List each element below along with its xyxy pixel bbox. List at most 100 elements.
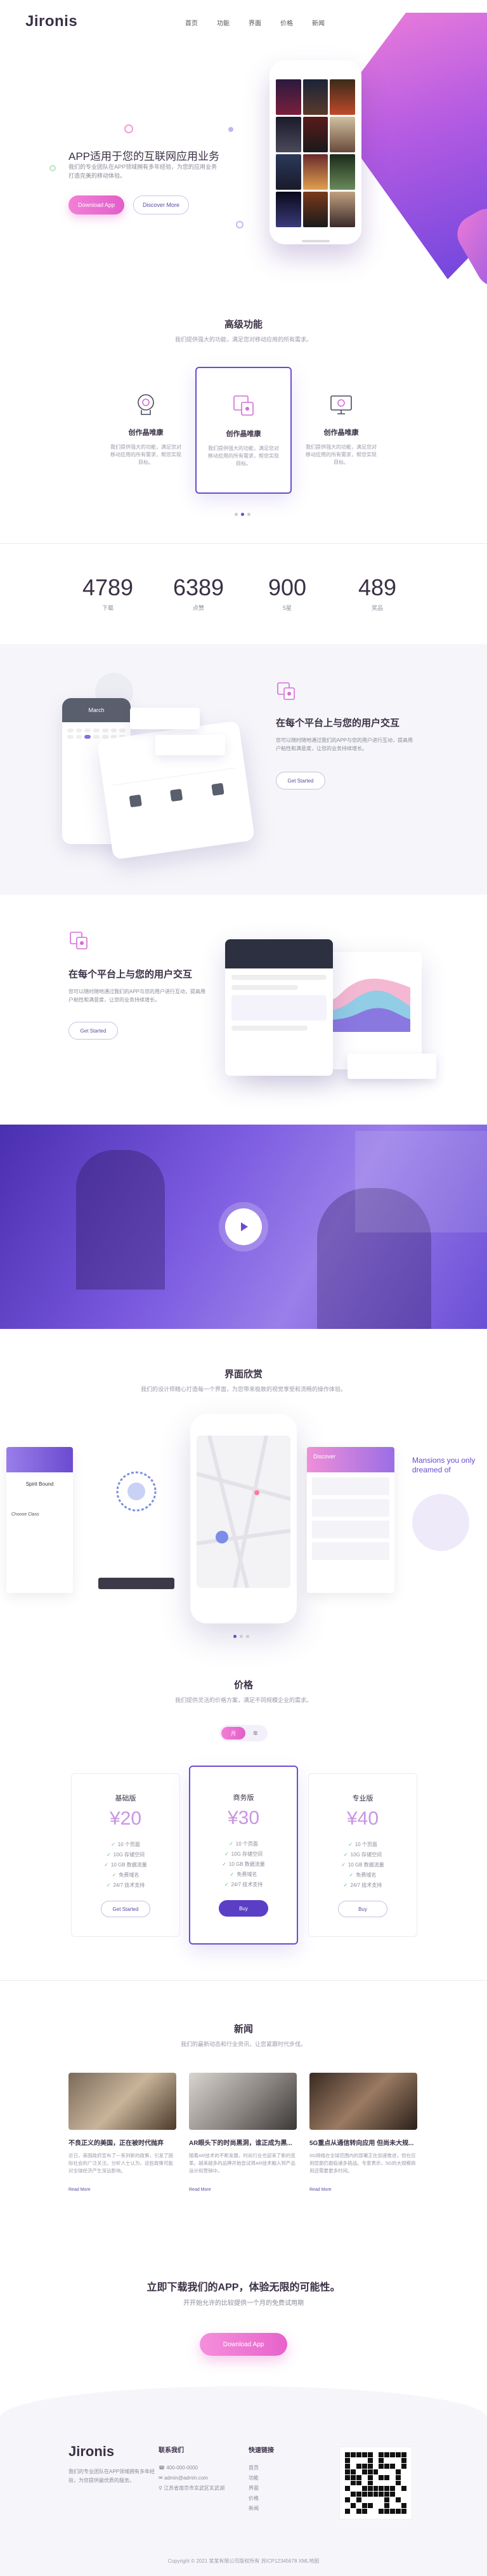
check-icon: ✓ (111, 1842, 115, 1847)
qr-code-pattern (345, 2452, 406, 2514)
plan-buy-button[interactable]: Buy (338, 1901, 387, 1917)
toggle-monthly[interactable]: 月 (221, 1727, 245, 1740)
carousel-dot[interactable] (235, 513, 238, 516)
footer-link-home[interactable]: 首页 (249, 2463, 274, 2473)
plan-price: ¥40 (346, 1808, 379, 1829)
carousel-dot[interactable] (246, 1635, 249, 1638)
footer-link-features[interactable]: 功能 (249, 2473, 274, 2483)
plan-feature: ✓ 免费域名 (230, 1872, 257, 1877)
news-card[interactable]: 5G重点从通信转向应用 但尚未大规... 5G网络在全球范围内的部署正在加速推进… (309, 2073, 417, 2192)
nav-news[interactable]: 新闻 (312, 18, 325, 27)
toggle-yearly[interactable]: 年 (245, 1730, 266, 1737)
news-card-title[interactable]: 5G重点从通信转向应用 但尚未大规... (309, 2137, 417, 2147)
interaction-title: 在每个平台上与您的用户交互 (68, 969, 193, 980)
stat-label: 奖品 (371, 605, 383, 611)
news-card[interactable]: AR眼头下的时尚黑洞，谁正成为黑... 随着AR技术的不断发展，时尚行业也迎来了… (189, 2073, 297, 2192)
news-image (309, 2073, 417, 2130)
plan-feature: ✓ 10 个页面 (229, 1841, 258, 1847)
read-more-link[interactable]: Read More (309, 2188, 417, 2192)
devices-icon (277, 682, 295, 700)
nav-pricing[interactable]: 价格 (280, 18, 293, 27)
carousel-dot-active[interactable] (233, 1635, 237, 1638)
footer-email[interactable]: ✉ admin@admin.com (159, 2473, 224, 2483)
cta-title: 立即下载我们的APP，体验无限的可能性。 (146, 2282, 341, 2293)
plan-feature: ✓ 24/7 技术支持 (343, 1882, 382, 1888)
decor-dot (228, 127, 233, 132)
carousel-dot-active[interactable] (241, 513, 244, 516)
plan-feature: ✓ 24/7 技术支持 (106, 1882, 145, 1888)
read-more-link[interactable]: Read More (189, 2188, 297, 2192)
download-app-button[interactable]: Download App (68, 195, 124, 215)
footer-link-screens[interactable]: 界面 (249, 2483, 274, 2493)
plan-price: ¥20 (109, 1808, 142, 1829)
play-button[interactable] (225, 1208, 262, 1245)
nav-features[interactable]: 功能 (217, 18, 230, 27)
discover-header: Discover (307, 1447, 394, 1472)
floating-card (130, 708, 200, 729)
feature-name: 创作晶唯康 (226, 430, 261, 438)
feature-desc: 我们提供强大的功能，满足您对移动应用的所有需求，帮您实现目标。 (306, 444, 377, 465)
news-image (189, 2073, 297, 2130)
brain-icon (138, 394, 154, 415)
hero-subtitle: 我们的专业团队在APP领域拥有多年经验，为您的应用业务打造完美的移动体验。 (68, 164, 218, 179)
read-more-link[interactable]: Read More (68, 2188, 176, 2192)
plan-feature: ✓ 24/7 技术支持 (224, 1882, 263, 1887)
news-subtitle: 我们的最新动态和行业资讯，让您紧跟时代步伐。 (180, 2041, 306, 2047)
plan-feature: ✓ 10 GB 数据流量 (341, 1862, 384, 1868)
decor-circle (124, 124, 133, 133)
news-card-title[interactable]: AR眼头下的时尚黑洞，谁正成为黑... (189, 2137, 297, 2147)
footer-contact-title: 联系我们 (159, 2447, 184, 2454)
site-logo[interactable]: Jironis (25, 13, 77, 30)
page: Jironis 首页 功能 界面 价格 新闻 APP适用于您的互联网应用业务 我… (0, 0, 487, 2576)
decor-circle (236, 221, 244, 228)
carousel-dot[interactable] (247, 513, 250, 516)
nav-screens[interactable]: 界面 (249, 18, 261, 27)
plan-feature: ✓ 10G 存储空间 (224, 1851, 263, 1857)
screens-carousel-dots (233, 1635, 249, 1638)
plan-name: 商务版 (233, 1794, 254, 1802)
news-image (68, 2073, 176, 2130)
screen-button-shape (98, 1578, 174, 1589)
news-card-text: 近日，美国政府宣布了一系列新的政策，引发了国际社会的广泛关注。分析人士认为，这些… (68, 2153, 173, 2174)
check-icon: ✓ (106, 1882, 111, 1888)
stat-label: 5星 (282, 605, 292, 611)
check-icon: ✓ (348, 1842, 353, 1847)
features-title: 高级功能 (224, 319, 263, 330)
stat-downloads: 4789 下载 (73, 574, 143, 612)
monitor-icon (330, 395, 352, 414)
movie-poster-grid (276, 79, 355, 227)
billing-toggle[interactable]: 月 年 (219, 1725, 268, 1741)
discover-more-button[interactable]: Discover More (133, 195, 189, 215)
get-started-button[interactable]: Get Started (68, 1022, 118, 1040)
feature-card[interactable]: 创作晶唯康 我们提供强大的功能，满足您对移动应用的所有需求，帮您实现目标。 (293, 367, 389, 494)
plan-price: ¥30 (227, 1807, 260, 1828)
hero-title: APP适用于您的互联网应用业务 (68, 150, 220, 162)
footer-link-news[interactable]: 新闻 (249, 2504, 274, 2514)
news-card-title[interactable]: 不良正义的美国，正在被时代抛弃 (68, 2137, 176, 2147)
main-nav: 首页 功能 界面 价格 新闻 (185, 18, 325, 27)
carousel-dot[interactable] (240, 1635, 243, 1638)
check-icon: ✓ (341, 1862, 346, 1868)
feature-card[interactable]: 创作晶唯康 我们提供强大的功能，满足您对移动应用的所有需求，帮您实现目标。 (98, 367, 194, 494)
news-card[interactable]: 不良正义的美国，正在被时代抛弃 近日，美国政府宣布了一系列新的政策，引发了国际社… (68, 2073, 176, 2192)
footer-address: ⚲ 江苏省南京市玄武区玄武湖 (159, 2485, 225, 2491)
nav-home[interactable]: 首页 (185, 18, 198, 27)
cta-download-button[interactable]: Download App (200, 2333, 287, 2356)
plan-buy-button[interactable]: Buy (219, 1900, 268, 1917)
plan-feature: ✓ 10G 存储空间 (106, 1852, 145, 1858)
check-icon: ✓ (106, 1852, 111, 1858)
video-person-shape (76, 1150, 165, 1290)
footer-contact: 联系我们 ☎ 400-000-0000 ✉ admin@admin.com ⚲ … (159, 2445, 224, 2493)
get-started-button[interactable]: Get Started (276, 772, 325, 789)
screen-illustration (98, 1466, 174, 1523)
check-icon: ✓ (349, 1872, 354, 1878)
location-icon: ⚲ (159, 2485, 164, 2491)
footer-logo[interactable]: Jironis (68, 2443, 114, 2460)
feature-card-active[interactable]: 创作晶唯康 我们提供强大的功能，满足您对移动应用的所有需求，帮您实现目标。 (195, 367, 292, 494)
stat-likes: 6389 点赞 (164, 574, 233, 612)
calendar-month: March (62, 698, 131, 722)
footer-about: 我们的专业团队在APP领域拥有多年经验，为您提供最优质的服务。 (68, 2469, 155, 2483)
mobile-app-mockup (225, 939, 333, 1076)
plan-get-started-button[interactable]: Get Started (101, 1901, 150, 1917)
footer-link-pricing[interactable]: 价格 (249, 2493, 274, 2504)
